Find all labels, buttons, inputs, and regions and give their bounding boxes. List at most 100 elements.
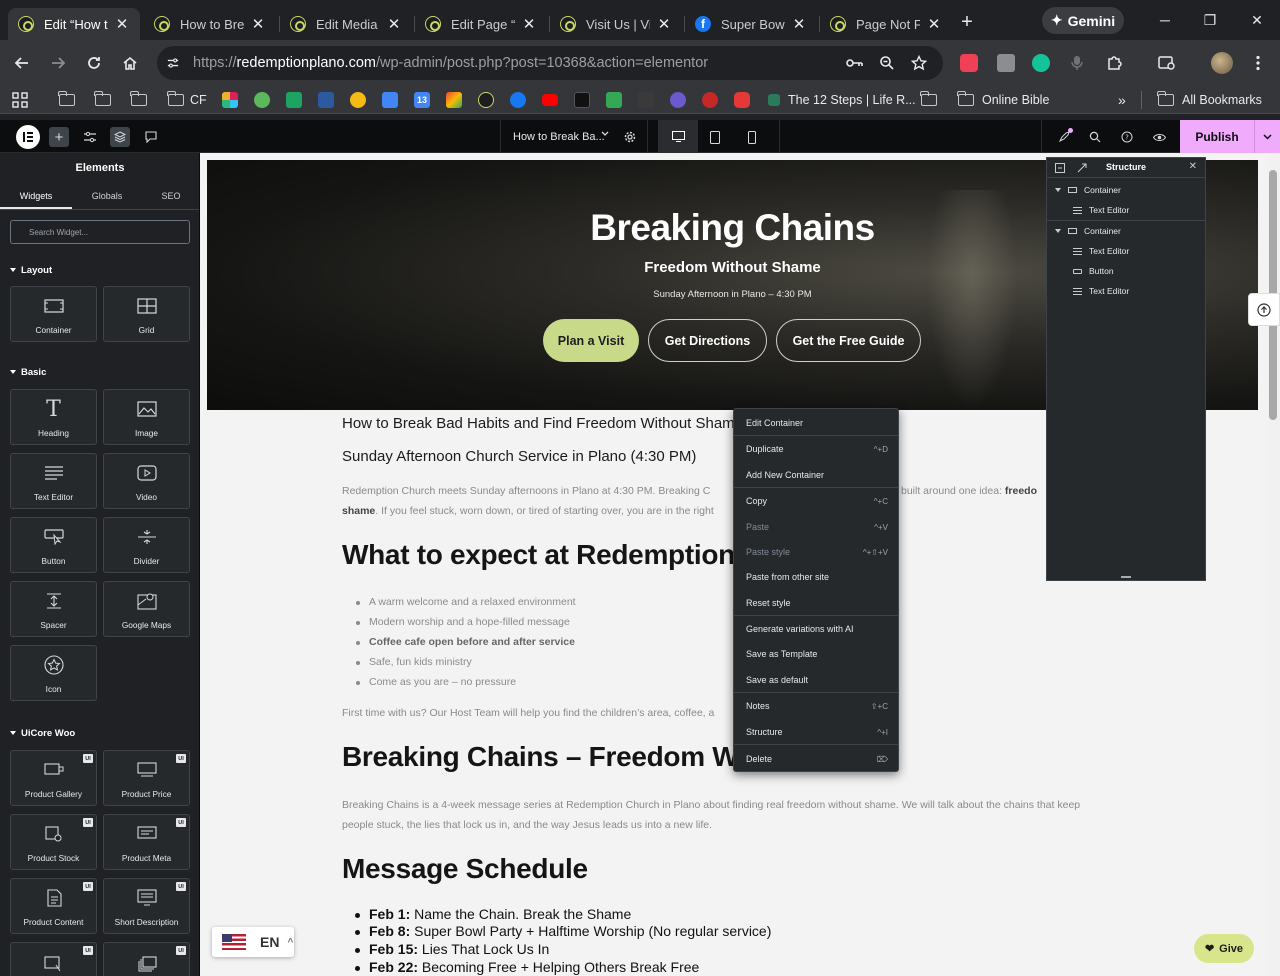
menu-item-structure[interactable]: Structure ^+I xyxy=(746,724,888,740)
widget-heading[interactable]: T Heading xyxy=(10,389,97,445)
all-bookmarks[interactable]: All Bookmarks xyxy=(1157,91,1262,109)
bookmark-folder[interactable] xyxy=(58,91,75,109)
bookmark-slack[interactable] xyxy=(222,91,238,109)
desktop-view-icon[interactable] xyxy=(658,120,698,153)
widget-icon[interactable]: Icon xyxy=(10,645,97,701)
structure-panel[interactable]: Structure ✕ Container Text Editor Contai… xyxy=(1046,157,1206,581)
tab-globals[interactable]: Globals xyxy=(72,185,142,207)
scroll-top-arrow-icon[interactable] xyxy=(1248,293,1280,326)
schedule-heading[interactable]: Message Schedule xyxy=(342,853,588,885)
close-tab-icon[interactable]: ✕ xyxy=(114,16,130,33)
close-tab-icon[interactable]: ✕ xyxy=(791,16,807,33)
section-uicore-woo[interactable]: UiCore Woo xyxy=(10,726,75,740)
forward-button[interactable] xyxy=(46,51,70,75)
get-directions-button[interactable]: Get Directions xyxy=(648,319,767,362)
tab-search-icon[interactable] xyxy=(1158,54,1176,72)
close-window-button[interactable]: ✕ xyxy=(1246,10,1268,30)
structure-node-text-editor[interactable]: Text Editor xyxy=(1073,205,1129,215)
document-title-dropdown[interactable]: How to Break Ba... xyxy=(500,120,648,153)
tab-widgets[interactable]: Widgets xyxy=(0,185,72,207)
preview-eye-icon[interactable] xyxy=(1150,128,1168,146)
back-button[interactable] xyxy=(10,51,34,75)
bookmark-sheets[interactable] xyxy=(606,91,622,109)
bookmark-calendar[interactable]: 13 xyxy=(414,91,430,109)
site-settings-sliders-icon[interactable] xyxy=(81,128,99,146)
close-tab-icon[interactable]: ✕ xyxy=(926,16,942,33)
widget-button[interactable]: Button xyxy=(10,517,97,573)
widget-product-stock[interactable]: UI Product Stock xyxy=(10,814,97,870)
series-heading[interactable]: Breaking Chains – Freedom Witho xyxy=(342,741,789,773)
comments-icon[interactable] xyxy=(142,128,160,146)
menu-item-edit-container[interactable]: Edit Container xyxy=(746,415,888,431)
widget-container[interactable]: Container xyxy=(10,286,97,342)
menu-item-reset-style[interactable]: Reset style xyxy=(746,595,888,611)
tab-edit-page[interactable]: Edit Page “H ✕ xyxy=(415,8,547,40)
structure-node-container[interactable]: Container xyxy=(1055,185,1121,195)
close-tab-icon[interactable]: ✕ xyxy=(521,16,537,33)
widget-image[interactable]: Image xyxy=(103,389,190,445)
widget-product-price[interactable]: UI Product Price xyxy=(103,750,190,806)
resize-grip-icon[interactable] xyxy=(1121,576,1131,578)
bookmark-church[interactable] xyxy=(478,91,494,109)
bookmark-keep[interactable] xyxy=(350,91,366,109)
menu-item-paste-style[interactable]: Paste style ^+⇧+V xyxy=(746,544,888,560)
close-tab-icon[interactable]: ✕ xyxy=(386,16,402,33)
bookmark-green[interactable] xyxy=(286,91,302,109)
menu-item-generate-variations-ai[interactable]: Generate variations with AI xyxy=(746,621,888,637)
elementor-logo-icon[interactable] xyxy=(16,125,40,149)
intro-heading[interactable]: How to Break Bad Habits and Find Freedom… xyxy=(342,415,743,432)
widget-spacer[interactable]: Spacer xyxy=(10,581,97,637)
bookmark-docs[interactable] xyxy=(382,91,398,109)
series-paragraph[interactable]: Breaking Chains is a 4-week message seri… xyxy=(342,795,1112,835)
site-info-icon[interactable] xyxy=(167,57,179,69)
structure-node-text-editor[interactable]: Text Editor xyxy=(1073,286,1129,296)
tab-edit-media[interactable]: Edit Media “ ✕ xyxy=(280,8,412,40)
menu-item-delete[interactable]: Delete ⌦ xyxy=(746,751,888,767)
apps-grid-icon[interactable] xyxy=(12,91,28,109)
widget-text-editor[interactable]: Text Editor xyxy=(10,453,97,509)
first-time-paragraph[interactable]: First time with us? Our Host Team will h… xyxy=(342,703,714,723)
bookmark-c[interactable] xyxy=(670,91,686,109)
bookmark-ui[interactable] xyxy=(574,91,590,109)
widget-product-meta[interactable]: UI Product Meta xyxy=(103,814,190,870)
give-button[interactable]: ❤ Give xyxy=(1194,934,1254,963)
publish-options-button[interactable] xyxy=(1254,120,1280,153)
menu-item-save-as-template[interactable]: Save as Template xyxy=(746,646,888,662)
bookmark-glo[interactable] xyxy=(254,91,270,109)
reader-extension-icon[interactable] xyxy=(997,54,1015,72)
widget-grid[interactable]: Grid xyxy=(103,286,190,342)
bookmark-folder[interactable] xyxy=(130,91,147,109)
section-layout[interactable]: Layout xyxy=(10,263,52,277)
structure-layers-icon[interactable] xyxy=(110,127,130,147)
widget-product-gallery[interactable]: UI Product Gallery xyxy=(10,750,97,806)
menu-item-save-as-default[interactable]: Save as default xyxy=(746,672,888,688)
widget-product-content[interactable]: UI Product Content xyxy=(10,878,97,934)
notifications-rocket-icon[interactable] xyxy=(1055,128,1073,146)
intro-paragraph-line2[interactable]: shame. If you feel stuck, worn down, or … xyxy=(342,501,714,521)
restore-button[interactable]: ❐ xyxy=(1199,10,1221,30)
finder-search-icon[interactable] xyxy=(1086,128,1104,146)
zoom-icon[interactable] xyxy=(878,54,896,72)
menu-item-paste-from-other-site[interactable]: Paste from other site xyxy=(746,569,888,585)
home-button[interactable] xyxy=(118,51,142,75)
tab-edit-post[interactable]: Edit “How to ✕ xyxy=(8,8,140,40)
close-tab-icon[interactable]: ✕ xyxy=(250,16,266,33)
add-element-plus-icon[interactable]: + xyxy=(49,127,69,147)
bookmark-youtube[interactable] xyxy=(542,91,558,109)
address-bar[interactable]: https://redemptionplano.com/wp-admin/pos… xyxy=(157,46,943,80)
section-basic[interactable]: Basic xyxy=(10,365,46,379)
get-free-guide-button[interactable]: Get the Free Guide xyxy=(776,319,921,362)
bookmark-12-steps[interactable]: The 12 Steps | Life R... xyxy=(768,91,916,109)
widget-partial[interactable]: UI xyxy=(103,942,190,976)
reload-button[interactable] xyxy=(82,51,106,75)
menu-item-duplicate[interactable]: Duplicate ^+D xyxy=(746,441,888,457)
minimize-button[interactable]: ─ xyxy=(1154,10,1176,30)
bookmark-facebook[interactable] xyxy=(510,91,526,109)
bookmark-star-icon[interactable] xyxy=(910,54,928,72)
widget-google-maps[interactable]: Google Maps xyxy=(103,581,190,637)
intro-paragraph-line1[interactable]: Redemption Church meets Sunday afternoon… xyxy=(342,481,710,501)
bookmark-folder[interactable] xyxy=(94,91,111,109)
widget-video[interactable]: Video xyxy=(103,453,190,509)
tab-visit-us[interactable]: Visit Us | Vis ✕ xyxy=(550,8,682,40)
grammarly-extension-icon[interactable] xyxy=(1032,54,1050,72)
